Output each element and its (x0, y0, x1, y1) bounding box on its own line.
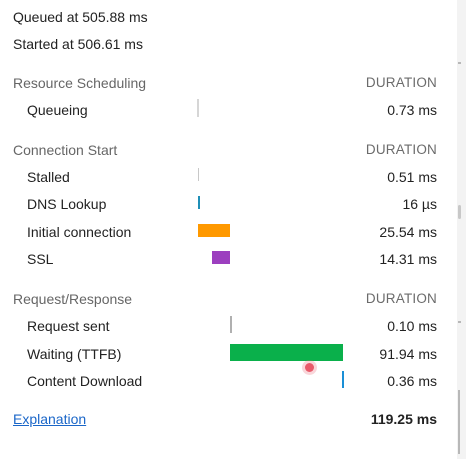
scrollbar-marker (458, 321, 461, 323)
row-label-initial-connection: Initial connection (27, 224, 132, 240)
row-value-dns-lookup: 16 µs (402, 196, 437, 212)
section-connection-start: Connection Start (13, 142, 118, 158)
section-resource-scheduling: Resource Scheduling (13, 75, 147, 91)
row-label-ssl: SSL (27, 251, 54, 267)
row-value-content-download: 0.36 ms (387, 373, 437, 389)
bar-content-download (342, 371, 344, 388)
queued-at-text: Queued at 505.88 ms (13, 9, 148, 25)
scrollbar-track-segment (458, 390, 460, 454)
bar-stalled (198, 168, 199, 181)
timing-panel: Queued at 505.88 ms Started at 506.61 ms… (0, 0, 457, 459)
row-label-stalled: Stalled (27, 169, 70, 185)
bar-waiting-ttfb (230, 344, 343, 361)
row-label-dns-lookup: DNS Lookup (27, 196, 107, 212)
scrollbar-marker (458, 62, 461, 64)
row-label-queueing: Queueing (27, 102, 88, 118)
cursor-indicator-icon (305, 363, 314, 372)
scrollbar-thumb[interactable] (458, 205, 461, 219)
explanation-link[interactable]: Explanation (13, 411, 86, 427)
section-request-response: Request/Response (13, 291, 133, 307)
row-value-queueing: 0.73 ms (387, 102, 437, 118)
bar-initial-connection (198, 224, 230, 237)
started-at-text: Started at 506.61 ms (13, 36, 143, 52)
duration-header: DURATION (365, 75, 437, 90)
total-duration: 119.25 ms (370, 411, 437, 427)
bar-queueing (197, 99, 199, 117)
bar-request-sent (230, 316, 232, 333)
bar-ssl (212, 251, 230, 264)
row-label-content-download: Content Download (27, 373, 143, 389)
row-label-waiting-ttfb: Waiting (TTFB) (27, 346, 122, 362)
bar-dns-lookup (198, 196, 200, 209)
row-value-waiting-ttfb: 91.94 ms (379, 346, 437, 362)
duration-header: DURATION (365, 142, 437, 157)
duration-header: DURATION (365, 291, 437, 306)
row-value-request-sent: 0.10 ms (387, 318, 437, 334)
row-value-ssl: 14.31 ms (379, 251, 437, 267)
row-value-stalled: 0.51 ms (387, 169, 437, 185)
row-label-request-sent: Request sent (27, 318, 110, 334)
row-value-initial-connection: 25.54 ms (379, 224, 437, 240)
